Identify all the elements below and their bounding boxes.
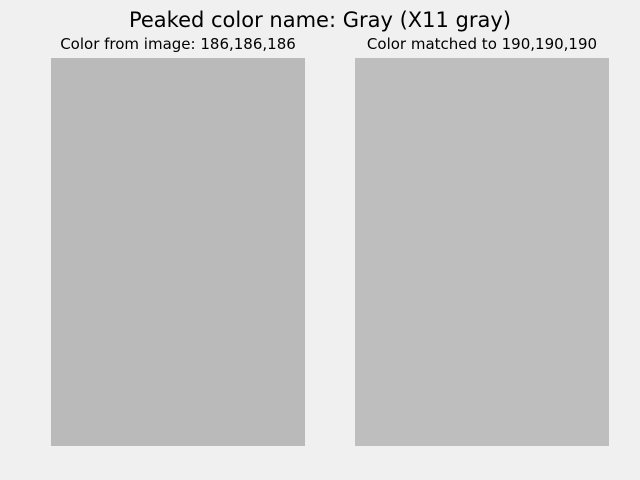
figure-title: Peaked color name: Gray (X11 gray) [128,8,512,32]
matched-color-swatch [355,58,609,446]
matched-color-title: Color matched to 190,190,190 [366,35,598,53]
image-color-swatch [51,58,305,446]
image-color-title: Color from image: 186,186,186 [60,35,296,53]
